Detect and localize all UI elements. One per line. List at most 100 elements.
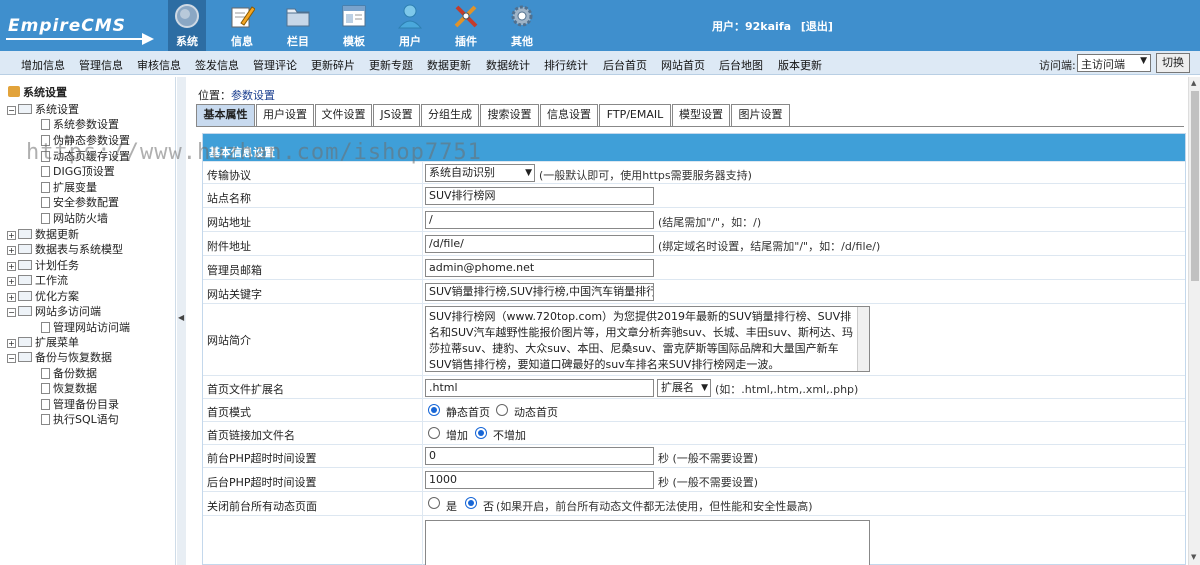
radio-close-no[interactable]	[465, 497, 477, 509]
radio-dynamic-home[interactable]	[496, 404, 508, 416]
breadcrumb-link[interactable]: 参数设置	[231, 89, 275, 102]
tab-ftp-email[interactable]: FTP/EMAIL	[599, 104, 671, 126]
submenu-manage-comments[interactable]: 管理评论	[253, 57, 297, 73]
tree-item-extend-vars[interactable]: 扩展变量	[41, 179, 97, 194]
tab-basic[interactable]: 基本属性	[196, 104, 255, 126]
switch-button[interactable]: 切换	[1156, 53, 1190, 73]
panel-header: 基本信息设置	[203, 134, 1185, 161]
scroll-thumb[interactable]	[1191, 91, 1199, 281]
tree-item-digg-settings[interactable]: DIGG顶设置	[41, 163, 115, 178]
tree-item-system-params[interactable]: 系统参数设置	[41, 116, 119, 131]
tree-item-restore-data[interactable]: 恢复数据	[41, 380, 97, 395]
tree-item-exec-sql[interactable]: 执行SQL语句	[41, 411, 119, 426]
topnav-label: 其他	[511, 35, 533, 48]
topnav-user[interactable]: 用户	[391, 0, 429, 51]
tree-item-manage-backup-dir[interactable]: 管理备份目录	[41, 396, 119, 411]
tree-item-data-update[interactable]: + 数据更新	[7, 226, 79, 241]
collapse-icon[interactable]: −	[7, 308, 16, 317]
submenu-site-home[interactable]: 网站首页	[661, 57, 705, 73]
expand-icon[interactable]: +	[7, 262, 16, 271]
topnav-label: 系统	[176, 35, 198, 48]
tree-item-manage-access[interactable]: 管理网站访问端	[41, 319, 130, 334]
tree-label: 伪静态参数设置	[53, 134, 130, 147]
expand-icon[interactable]: +	[7, 277, 16, 286]
submenu-manage-info[interactable]: 管理信息	[79, 57, 123, 73]
submenu-add-info[interactable]: 增加信息	[21, 57, 65, 73]
scroll-up-icon[interactable]: ▲	[1191, 79, 1196, 87]
submenu-update-topics[interactable]: 更新专题	[369, 57, 413, 73]
radio-add-filename[interactable]	[428, 427, 440, 439]
radio-label: 是	[446, 500, 457, 513]
submenu-admin-map[interactable]: 后台地图	[719, 57, 763, 73]
scroll-down-icon[interactable]: ▼	[1191, 553, 1196, 561]
submenu-rank-stats[interactable]: 排行统计	[544, 57, 588, 73]
topnav-column[interactable]: 栏目	[279, 0, 317, 51]
expand-icon[interactable]: +	[7, 293, 16, 302]
tree-item-optimize[interactable]: + 优化方案	[7, 288, 79, 303]
submenu-sign-info[interactable]: 签发信息	[195, 57, 239, 73]
tree-item-rewrite-params[interactable]: 伪静态参数设置	[41, 132, 130, 147]
tab-info[interactable]: 信息设置	[540, 104, 598, 126]
front-timeout-input[interactable]: 0	[425, 447, 654, 465]
topnav-plugin[interactable]: 插件	[447, 0, 485, 51]
protocol-select[interactable]: 系统自动识别 ▼	[425, 164, 535, 182]
collapse-icon[interactable]: −	[7, 106, 16, 115]
sidebar-collapse-handle[interactable]: ◀	[177, 77, 186, 565]
tree-item-system-settings[interactable]: − 系统设置	[7, 101, 79, 116]
textarea-scrollbar[interactable]	[857, 307, 869, 371]
submenu-update-fragments[interactable]: 更新碎片	[311, 57, 355, 73]
tree-item-backup-restore[interactable]: − 备份与恢复数据	[7, 349, 112, 364]
field-label: 站点名称	[207, 192, 251, 205]
tree-item-tables-models[interactable]: + 数据表与系统模型	[7, 241, 123, 256]
tab-model[interactable]: 模型设置	[672, 104, 730, 126]
row-admin-email: 管理员邮箱 admin@phome.net	[203, 255, 1185, 279]
submenu-version-update[interactable]: 版本更新	[778, 57, 822, 73]
file-url-input[interactable]: /d/file/	[425, 235, 654, 253]
keywords-input[interactable]: SUV销量排行榜,SUV排行榜,中国汽车销量排行榜	[425, 283, 654, 301]
radio-close-yes[interactable]	[428, 497, 440, 509]
tab-user[interactable]: 用户设置	[256, 104, 314, 126]
page-scrollbar[interactable]: ▲ ▼	[1188, 77, 1200, 565]
tree-item-security-params[interactable]: 安全参数配置	[41, 194, 119, 209]
tree-item-multi-access[interactable]: − 网站多访问端	[7, 303, 101, 318]
topnav-system[interactable]: 系统	[168, 0, 206, 51]
tree-item-scheduled-tasks[interactable]: + 计划任务	[7, 257, 79, 272]
submenu-review-info[interactable]: 审核信息	[137, 57, 181, 73]
index-ext-select[interactable]: 扩展名 ▼	[657, 379, 711, 397]
field-label: 前台PHP超时时间设置	[207, 452, 317, 465]
description-textarea[interactable]: SUV排行榜网（www.720top.com）为您提供2019年最新的SUV销量…	[425, 306, 870, 372]
collapse-icon[interactable]: −	[7, 354, 16, 363]
logout-link[interactable]: [退出]	[801, 20, 833, 33]
tab-js[interactable]: JS设置	[373, 104, 420, 126]
index-ext-input[interactable]: .html	[425, 379, 654, 397]
topnav-other[interactable]: 其他	[503, 0, 541, 51]
topnav-info[interactable]: 信息	[223, 0, 261, 51]
expand-icon[interactable]: +	[7, 339, 16, 348]
tab-group-gen[interactable]: 分组生成	[421, 104, 479, 126]
tree-item-workflow[interactable]: + 工作流	[7, 272, 68, 287]
submenu-data-update[interactable]: 数据更新	[427, 57, 471, 73]
topnav-label: 用户	[399, 35, 421, 48]
tree-item-dynamic-cache[interactable]: 动态页缓存设置	[41, 148, 130, 163]
site-name-input[interactable]: SUV排行榜网	[425, 187, 654, 205]
tab-image[interactable]: 图片设置	[731, 104, 790, 126]
tree-item-firewall[interactable]: 网站防火墙	[41, 210, 108, 225]
folder-icon	[18, 260, 32, 270]
site-url-input[interactable]: /	[425, 211, 654, 229]
expand-icon[interactable]: +	[7, 231, 16, 240]
submenu-admin-home[interactable]: 后台首页	[603, 57, 647, 73]
next-textarea[interactable]	[425, 520, 870, 565]
chevron-left-icon: ◀	[178, 313, 185, 322]
back-timeout-input[interactable]: 1000	[425, 471, 654, 489]
radio-static-home[interactable]	[428, 404, 440, 416]
tab-file[interactable]: 文件设置	[315, 104, 372, 126]
expand-icon[interactable]: +	[7, 246, 16, 255]
radio-no-filename[interactable]	[475, 427, 487, 439]
access-end-select[interactable]: 主访问端 ▼	[1077, 54, 1151, 72]
submenu-data-stats[interactable]: 数据统计	[486, 57, 530, 73]
tree-item-backup-data[interactable]: 备份数据	[41, 365, 97, 380]
admin-email-input[interactable]: admin@phome.net	[425, 259, 654, 277]
tree-item-extend-menu[interactable]: + 扩展菜单	[7, 334, 79, 349]
topnav-template[interactable]: 模板	[335, 0, 373, 51]
tab-search[interactable]: 搜索设置	[480, 104, 539, 126]
